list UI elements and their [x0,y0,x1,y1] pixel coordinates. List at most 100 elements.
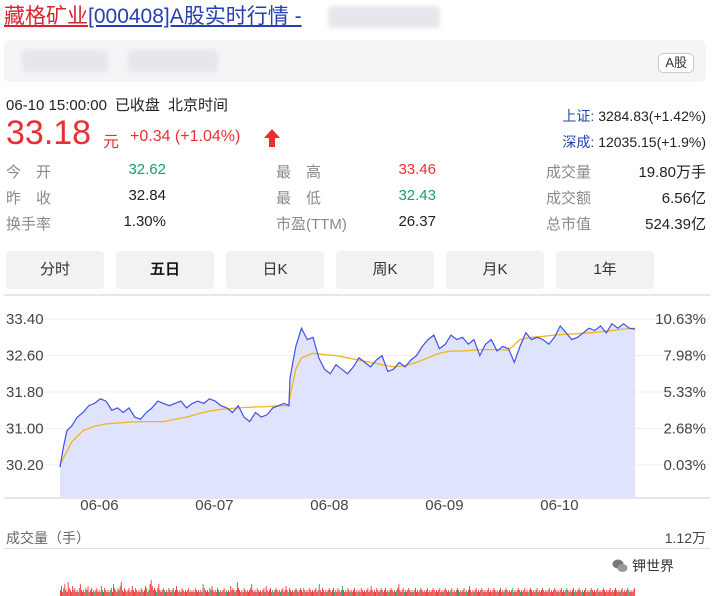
x-tick: 06-10 [540,497,578,514]
volume-bar [160,592,162,596]
volume-bar [239,590,240,596]
volume-bar [376,588,378,596]
stat-marketcap-value: 524.39亿 [645,216,706,233]
volume-bar [232,588,234,596]
volume-bar [506,590,508,596]
index-shenzhen-name[interactable]: 深成: [562,134,594,150]
volume-bar [614,590,615,596]
volume-bar [601,590,603,596]
volume-bar [384,590,385,596]
volume-bar [267,592,269,596]
volume-bar [600,592,602,596]
volume-bar [100,586,102,596]
volume-bar [198,590,200,596]
volume-bar [581,590,583,596]
volume-bar [287,592,289,596]
volume-bar [629,592,631,596]
volume-bar [541,590,542,596]
index-shanghai-name[interactable]: 上证: [562,108,594,124]
volume-bar [395,592,396,596]
volume-max-label: 1.12万 [664,530,706,546]
volume-bar [141,590,143,596]
volume-bar [426,590,427,596]
volume-bar [378,592,380,596]
volume-bar [178,592,180,596]
volume-bar [594,590,595,596]
volume-bar [522,592,524,596]
volume-bar [293,592,295,596]
volume-bar [213,592,215,596]
volume-bar [563,590,564,596]
volume-bar [218,590,219,596]
stat-volume-value: 19.80万手 [638,164,706,181]
volume-bar [436,590,437,596]
volume-bar [347,588,349,596]
volume-bar [286,590,288,596]
volume-bar [584,590,585,596]
volume-bar [197,592,198,596]
volume-bar [533,590,535,596]
volume-bar [188,588,190,596]
volume-bar [580,592,582,596]
volume-bar [460,590,462,596]
volume-bar [575,590,577,596]
volume-bar [137,592,139,596]
volume-bar [583,592,584,596]
tab-daily-k[interactable]: 日K [226,251,324,289]
volume-bar [265,586,267,596]
y-tick-left: 31.80 [6,384,44,401]
volume-bar [443,590,445,596]
index-shanghai[interactable]: 上证: 3284.83(+1.42%) [562,106,706,126]
volume-bar [544,592,546,596]
volume-bar [109,590,111,596]
volume-bar [301,590,302,596]
volume-bar [92,592,93,596]
volume-bar [121,590,123,596]
volume-bar [234,592,236,596]
tab-one-year[interactable]: 1年 [556,251,654,289]
volume-bar [316,592,318,596]
volume-bar [257,590,259,596]
volume-bar [438,590,440,596]
volume-bar [400,592,402,596]
tab-intraday[interactable]: 分时 [6,251,104,289]
volume-bar [152,590,154,596]
quote-timestamp: 06-10 15:00:00 已收盘 北京时间 [6,94,236,115]
volume-bar [305,592,307,596]
five-day-price-chart[interactable]: 33.40 32.60 31.80 31.00 30.20 10.63% 7.98% 5.3… [0,294,714,520]
volume-bar [133,590,134,596]
volume-bar [269,590,270,596]
y-tick-right: 10.63% [655,311,706,328]
volume-bar [511,590,513,596]
volume-bar [503,592,505,596]
volume-bar [621,588,623,596]
volume-bar [363,592,364,596]
volume-bar [396,590,398,596]
tab-weekly-k[interactable]: 周K [336,251,434,289]
volume-bar [351,592,353,596]
volume-bar [607,592,609,596]
volume-bar [537,592,539,596]
volume-bar [144,590,145,596]
tab-monthly-k[interactable]: 月K [446,251,544,289]
index-shenzhen[interactable]: 深成: 12035.15(+1.9%) [562,132,706,152]
volume-bar [103,592,104,596]
volume-bar [372,592,374,596]
volume-bar [304,590,306,596]
stock-code-link[interactable]: [000408]A股实时行情 - [88,5,302,28]
tab-five-day[interactable]: 五日 [116,251,214,289]
volume-bar [177,590,179,596]
volume-bar [406,592,407,596]
page-title[interactable]: 藏格矿业[000408]A股实时行情 - [4,4,302,30]
volume-bar [468,590,469,596]
stock-name-link[interactable]: 藏格矿业 [4,5,88,28]
volume-bar [388,592,390,596]
volume-bar [375,592,376,596]
volume-bar [484,590,486,596]
volume-bar [617,592,619,596]
volume-bar [323,590,325,596]
volume-bar [590,588,592,596]
volume-bar [401,590,403,596]
volume-bar [381,590,383,596]
volume-bar [585,588,587,596]
